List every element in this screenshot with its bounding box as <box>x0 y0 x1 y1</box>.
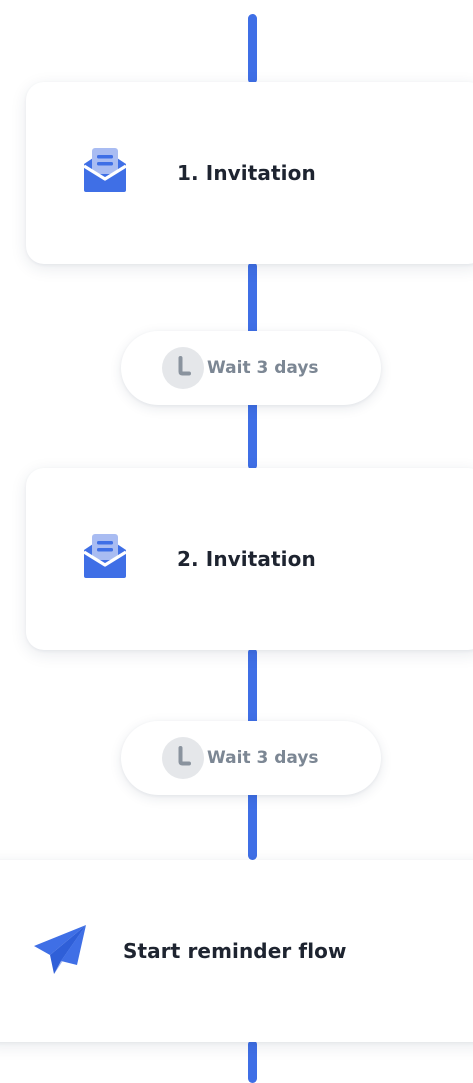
clock-icon <box>162 737 204 779</box>
wait-step-1[interactable]: Wait 3 days <box>121 331 381 405</box>
clock-icon <box>162 347 204 389</box>
flow-step-title: Start reminder flow <box>123 939 347 963</box>
flow-step-title: 1. Invitation <box>177 161 316 185</box>
flow-step-invitation-1[interactable]: 1. Invitation <box>26 82 473 264</box>
automation-flow: 1. Invitation Wait 3 days 2. Invitation … <box>0 0 473 1083</box>
wait-step-2[interactable]: Wait 3 days <box>121 721 381 795</box>
flow-connector-line <box>248 1040 257 1083</box>
flow-step-invitation-2[interactable]: 2. Invitation <box>26 468 473 650</box>
flow-connector-line <box>248 14 257 84</box>
wait-duration-label: Wait 3 days <box>207 358 319 378</box>
flow-step-start-reminder-flow[interactable]: Start reminder flow <box>0 860 473 1042</box>
paper-plane-icon <box>34 925 86 974</box>
envelope-open-icon <box>83 148 127 192</box>
wait-duration-label: Wait 3 days <box>207 748 319 768</box>
flow-step-title: 2. Invitation <box>177 547 316 571</box>
envelope-open-icon <box>83 534 127 578</box>
